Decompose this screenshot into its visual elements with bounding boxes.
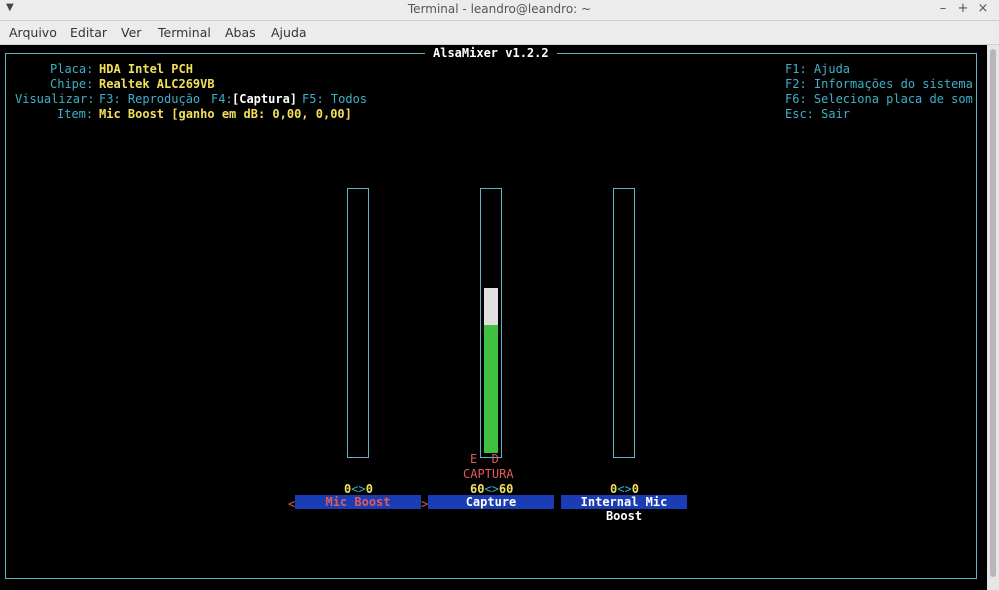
window-controls: – + × bbox=[933, 1, 993, 16]
help-f6: F6: Seleciona placa de som bbox=[785, 92, 973, 106]
capture-level-fill bbox=[484, 325, 498, 453]
menu-ver[interactable]: Ver bbox=[121, 25, 141, 40]
menu-arquivo[interactable]: Arquivo bbox=[9, 25, 57, 40]
mic-boost-label[interactable]: Mic Boost bbox=[295, 495, 421, 509]
window-title: Terminal - leandro@leandro: ~ bbox=[407, 2, 592, 16]
mic-boost-right-value: 0 bbox=[365, 482, 373, 496]
help-esc: Esc: Sair bbox=[785, 107, 851, 121]
minimize-icon[interactable]: – bbox=[933, 1, 953, 16]
help-f2: F2: Informações do sistema bbox=[785, 77, 973, 91]
view-f5[interactable]: F5: Todos bbox=[302, 92, 367, 106]
capture-channels: E D bbox=[470, 452, 499, 466]
item-value: Mic Boost [ganho em dB: 0,00, 0,00] bbox=[99, 107, 352, 121]
view-f4-key[interactable]: F4: bbox=[211, 92, 233, 106]
item-label: Item: bbox=[57, 107, 94, 121]
visualizar-label: Visualizar: bbox=[15, 92, 95, 106]
internal-mic-boost-label[interactable]: Internal Mic Boost bbox=[561, 495, 687, 523]
mic-boost-values: 0<>0 bbox=[344, 482, 373, 496]
internal-mic-boost-sep: <> bbox=[617, 482, 632, 496]
help-f1: F1: Ajuda bbox=[785, 62, 851, 76]
terminal-scrollbar[interactable] bbox=[987, 45, 999, 590]
capture-left-value: 60 bbox=[470, 482, 485, 496]
alsamixer-title: AlsaMixer v1.2.2 bbox=[425, 46, 557, 60]
terminal-area[interactable]: AlsaMixer v1.2.2 Placa: HDA Intel PCH Ch… bbox=[0, 45, 999, 590]
menu-editar[interactable]: Editar bbox=[70, 25, 107, 40]
menu-terminal[interactable]: Terminal bbox=[158, 25, 211, 40]
capture-label[interactable]: Capture bbox=[428, 495, 554, 509]
mic-boost-meter[interactable] bbox=[347, 188, 369, 458]
view-f4-selected[interactable]: [Captura] bbox=[232, 92, 297, 106]
capture-sep: <> bbox=[484, 482, 499, 496]
capture-values: 60<>60 bbox=[470, 482, 513, 496]
menu-ajuda[interactable]: Ajuda bbox=[271, 25, 307, 40]
menu-bar: Arquivo Editar Ver Terminal Abas Ajuda bbox=[0, 21, 999, 45]
placa-label: Placa: bbox=[50, 62, 94, 76]
placa-value: HDA Intel PCH bbox=[99, 62, 193, 76]
internal-mic-boost-right-value: 0 bbox=[631, 482, 639, 496]
close-icon[interactable]: × bbox=[973, 1, 993, 16]
capture-switch-label[interactable]: CAPTURA bbox=[463, 467, 514, 481]
capture-meter[interactable] bbox=[480, 188, 502, 458]
capture-level-cap bbox=[484, 288, 498, 325]
scrollbar-thumb[interactable] bbox=[990, 49, 996, 577]
view-f3[interactable]: F3: Reprodução bbox=[99, 92, 200, 106]
window-titlebar: ▼ Terminal - leandro@leandro: ~ – + × bbox=[0, 0, 999, 21]
chipe-value: Realtek ALC269VB bbox=[99, 77, 215, 91]
chipe-label: Chipe: bbox=[50, 77, 94, 91]
internal-mic-boost-values: 0<>0 bbox=[610, 482, 639, 496]
maximize-icon[interactable]: + bbox=[953, 1, 973, 16]
internal-mic-boost-meter[interactable] bbox=[613, 188, 635, 458]
capture-right-value: 60 bbox=[498, 482, 514, 496]
mic-boost-sep: <> bbox=[351, 482, 366, 496]
menu-abas[interactable]: Abas bbox=[225, 25, 256, 40]
